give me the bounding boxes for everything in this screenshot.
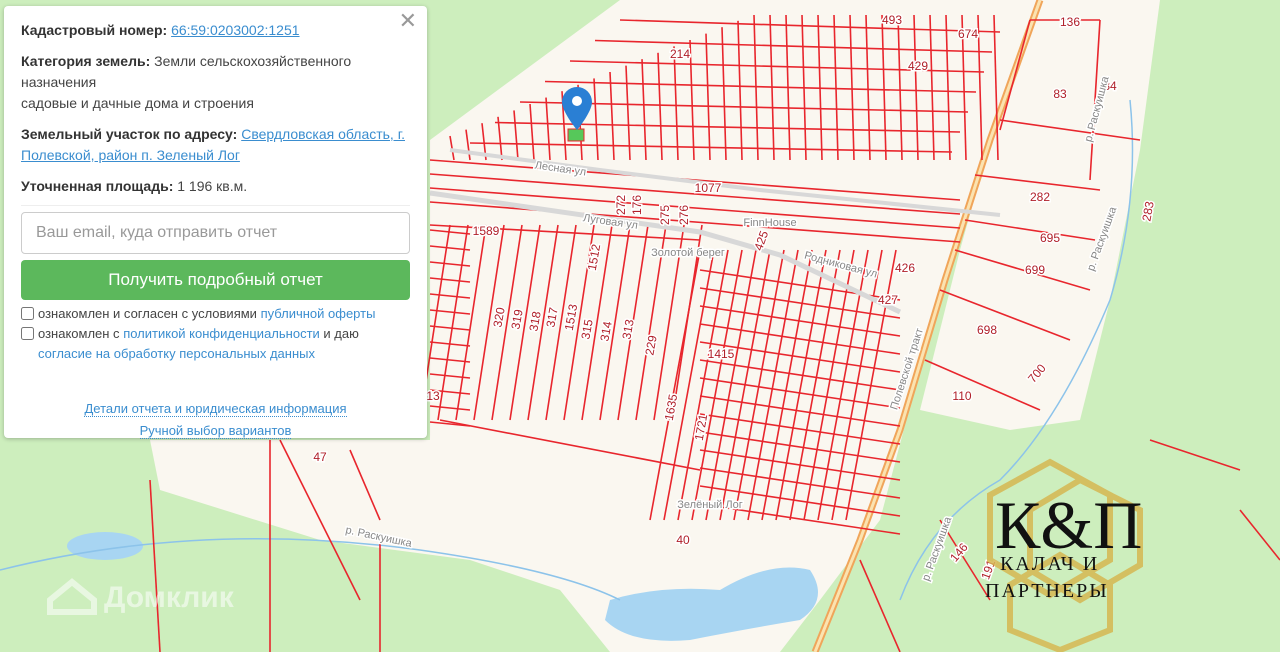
privacy-mid-text: и даю: [323, 326, 359, 341]
parcel-number-label: 110: [952, 389, 971, 403]
parcel-number-label: 283: [1139, 200, 1156, 222]
parcel-boundary: [1239, 509, 1280, 561]
parcel-number-label: 272: [614, 195, 628, 215]
divider: [21, 205, 410, 206]
privacy-checkbox[interactable]: [21, 327, 34, 340]
category-use: садовые и дачные дома и строения: [21, 95, 254, 111]
parcel-number-label: 1589: [473, 224, 500, 238]
personal-data-consent-link[interactable]: согласие на обработку персональных данны…: [38, 346, 315, 361]
email-input[interactable]: [21, 212, 410, 254]
parcel-number-label: 146: [947, 540, 971, 565]
area-label: Уточненная площадь:: [21, 178, 174, 194]
parcel-number-label: 276: [677, 205, 691, 225]
parcel-boundary: [1149, 439, 1241, 471]
parcel-number-label: 674: [958, 27, 978, 41]
parcel-number-label: 214: [670, 47, 690, 61]
public-offer-link[interactable]: публичной оферты: [261, 306, 376, 321]
svg-text:К&П: К&П: [995, 487, 1142, 563]
area-value: 1 196 кв.м.: [177, 178, 248, 194]
offer-text: ознакомлен и согласен с условиями: [38, 306, 257, 321]
parcel-number-label: 699: [1025, 263, 1045, 277]
cadastral-number-link[interactable]: 66:59:0203002:1251: [171, 22, 299, 38]
parcel-number-label: 695: [1040, 231, 1060, 245]
parcel-number-label: 282: [1030, 190, 1050, 204]
svg-text:КАЛАЧ И: КАЛАЧ И: [1000, 553, 1099, 575]
svg-text:Домклик: Домклик: [104, 581, 235, 614]
parcel-number-label: 40: [676, 533, 690, 547]
kalach-partners-logo: К&П КАЛАЧ И ПАРТНЕРЫ: [985, 458, 1143, 652]
parcel-number-label: 1415: [708, 347, 735, 361]
parcel-number-label: 426: [895, 261, 915, 275]
parcel-number-label: 427: [878, 293, 898, 307]
svg-text:ПАРТНЕРЫ: ПАРТНЕРЫ: [985, 580, 1109, 602]
parcel-number-label: 83: [1053, 87, 1067, 101]
place-label-zolotoy-bereg: Золотой берег: [651, 247, 725, 259]
report-details-link[interactable]: Детали отчета и юридическая информация: [84, 401, 347, 417]
parcel-info-panel: ✕ Кадастровый номер: 66:59:0203002:1251 …: [4, 6, 427, 439]
address-label: Земельный участок по адресу:: [21, 126, 238, 142]
place-label-zeleny-log: Зелёный Лог: [677, 499, 742, 511]
parcel-number-label: 493: [882, 13, 902, 27]
parcel-number-label: 698: [977, 323, 997, 337]
close-icon[interactable]: ✕: [399, 10, 417, 32]
parcel-number-label: 429: [908, 59, 928, 73]
parcel-number-label: 176: [630, 195, 644, 215]
parcel-number-label: 275: [658, 205, 672, 225]
parcel-boundary: [149, 479, 161, 652]
domclick-watermark: Домклик: [47, 578, 235, 615]
cadastral-label: Кадастровый номер:: [21, 22, 168, 38]
parcel-number-label: 1077: [695, 181, 722, 195]
offer-consent[interactable]: ознакомлен и согласен с условиями публич…: [21, 304, 410, 324]
privacy-policy-link[interactable]: политикой конфиденциальности: [123, 326, 320, 341]
poi-finnhouse-label: FinnHouse: [743, 217, 796, 229]
river-label: р. Раскуишка: [920, 514, 955, 582]
get-report-button[interactable]: Получить подробный отчет: [21, 260, 410, 300]
parcel-boundary: [859, 559, 901, 652]
parcel-number-label: 136: [1060, 15, 1080, 29]
manual-selection-link[interactable]: Ручной выбор вариантов: [139, 423, 292, 439]
offer-checkbox[interactable]: [21, 307, 34, 320]
parcel-number-label: 13: [426, 389, 440, 403]
parcel-number-label: 47: [313, 450, 327, 464]
privacy-consent[interactable]: ознакомлен с политикой конфиденциальност…: [21, 324, 410, 364]
privacy-text: ознакомлен с: [38, 326, 120, 341]
category-label: Категория земель:: [21, 53, 151, 69]
